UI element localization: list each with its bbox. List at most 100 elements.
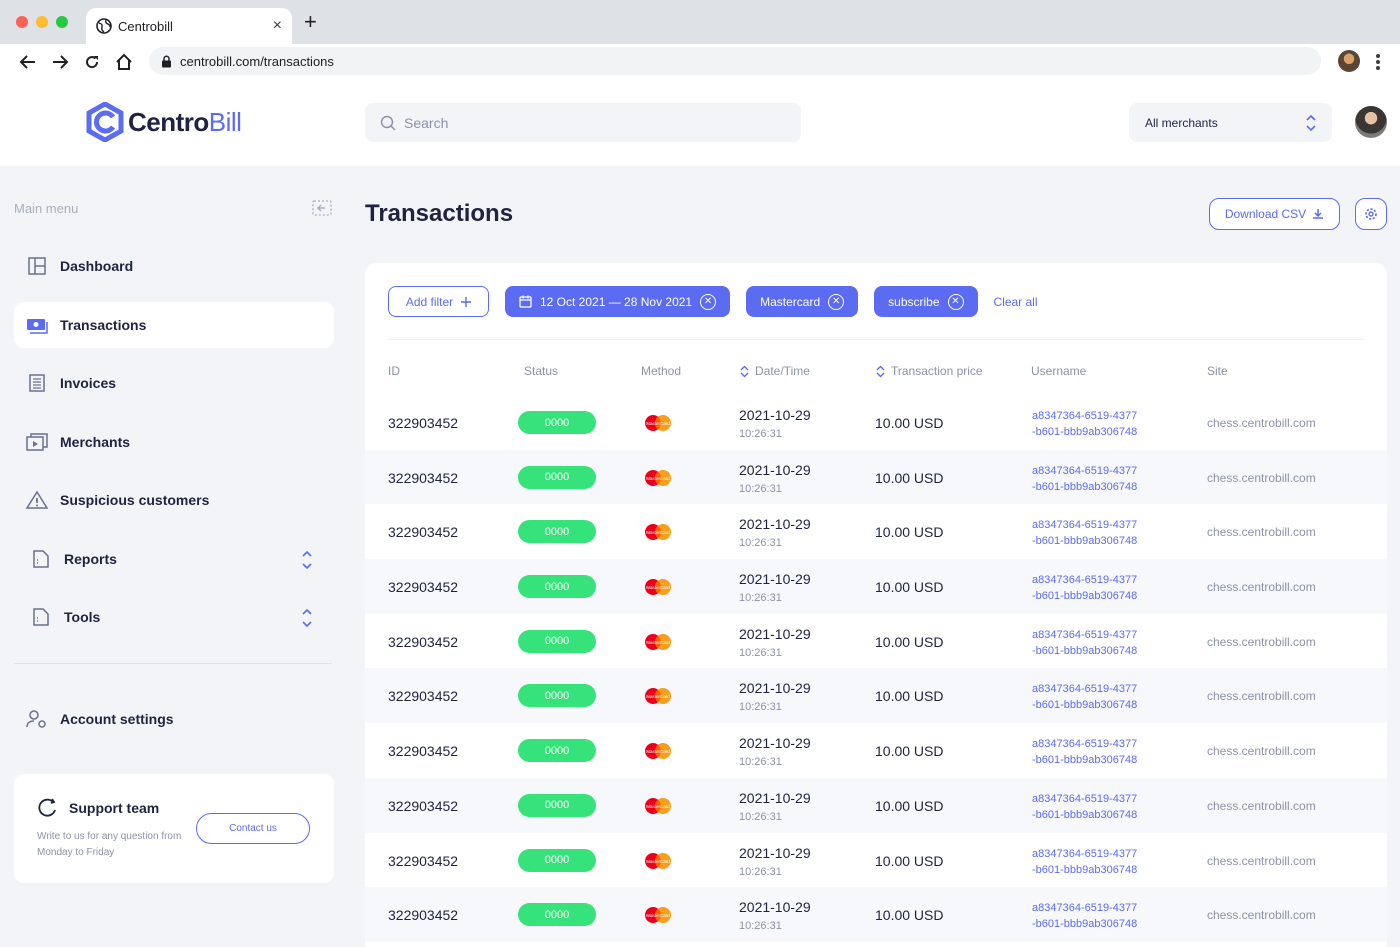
site-name: chess.centrobill.com (1207, 798, 1316, 813)
transaction-id[interactable]: 322903452 (388, 470, 458, 486)
transaction-time: 10:26:31 (739, 592, 782, 605)
chevron-updown-icon (1306, 114, 1316, 131)
centrobill-logo[interactable]: CentroBill (86, 102, 242, 142)
svg-text:MasterCard: MasterCard (646, 804, 670, 809)
svg-text:MasterCard: MasterCard (646, 421, 670, 426)
sidebar-item-suspicious-customers[interactable]: Suspicious customers (14, 477, 334, 523)
transaction-id[interactable]: 322903452 (388, 907, 458, 923)
username-link[interactable]: a8347364-6519-4377 -b601-bbb9ab306748 (1032, 627, 1162, 659)
table-row[interactable]: 322903452 0000 MasterCard 2021-10-29 10:26:3… (365, 777, 1387, 833)
username-link[interactable]: a8347364-6519-4377 -b601-bbb9ab306748 (1032, 572, 1162, 604)
username-link[interactable]: a8347364-6519-4377 -b601-bbb9ab306748 (1032, 681, 1162, 713)
username-link[interactable]: a8347364-6519-4377 -b601-bbb9ab306748 (1032, 846, 1162, 878)
sidebar-item-dashboard[interactable]: Dashboard (14, 243, 334, 289)
table-row[interactable]: 322903452 0000 MasterCard 2021-10-29 10:26:3… (365, 887, 1387, 942)
address-bar[interactable]: centrobill.com/transactions (149, 47, 1321, 75)
username-link[interactable]: a8347364-6519-4377 -b601-bbb9ab306748 (1032, 791, 1162, 823)
transaction-price: 10.00 USD (875, 688, 944, 705)
column-header-datetime[interactable]: Date/Time (740, 364, 810, 378)
minimize-window-button[interactable] (36, 16, 48, 28)
merchant-select[interactable]: All merchants (1129, 103, 1332, 142)
table-row[interactable]: 322903452 0000 MasterCard 2021-10-29 10:26:3… (365, 504, 1387, 559)
transaction-id[interactable]: 322903452 (388, 853, 458, 869)
transaction-id[interactable]: 322903452 (388, 579, 458, 595)
reload-icon[interactable] (82, 52, 102, 72)
sidebar-item-tools[interactable]: Tools (14, 594, 334, 640)
transaction-id[interactable]: 322903452 (388, 798, 458, 814)
calendar-icon (519, 295, 532, 308)
username-link[interactable]: a8347364-6519-4377 -b601-bbb9ab306748 (1032, 408, 1162, 440)
status-badge: 0000 (518, 629, 596, 653)
transaction-date: 2021-10-29 (739, 789, 811, 806)
clear-all-link[interactable]: Clear all (994, 295, 1038, 309)
chevron-updown-icon[interactable] (302, 608, 312, 628)
tab-title: Centrobill (118, 18, 173, 34)
browser-profile-avatar[interactable] (1338, 50, 1360, 72)
sidebar-item-reports[interactable]: Reports (14, 536, 334, 582)
settings-button[interactable] (1355, 198, 1387, 230)
dashboard-icon (26, 255, 48, 277)
tab-close-icon[interactable]: × (273, 17, 282, 35)
username-link[interactable]: a8347364-6519-4377 -b601-bbb9ab306748 (1032, 900, 1162, 932)
table-row[interactable]: 322903452 0000 MasterCard 2021-10-29 10:26:3… (365, 395, 1387, 450)
transaction-id[interactable]: 322903452 (388, 688, 458, 704)
table-row[interactable]: 322903452 0000 MasterCard 2021-10-29 10:26:3… (365, 833, 1387, 888)
remove-filter-icon[interactable]: ✕ (700, 293, 717, 310)
transaction-time: 10:26:31 (739, 701, 782, 714)
site-name: chess.centrobill.com (1207, 744, 1316, 759)
status-badge: 0000 (518, 848, 596, 872)
table-row[interactable]: 322903452 0000 MasterCard 2021-10-29 10:26:3… (365, 559, 1387, 614)
transaction-date: 2021-10-29 (739, 844, 811, 861)
table-row[interactable]: 322903452 0000 MasterCard 2021-10-29 10:26:3… (365, 614, 1387, 669)
search-box[interactable] (365, 103, 801, 142)
close-window-button[interactable] (16, 16, 28, 28)
tools-icon (30, 606, 52, 628)
column-header-price[interactable]: Transaction price (876, 364, 983, 378)
transaction-id[interactable]: 322903452 (388, 415, 458, 431)
chevron-updown-icon[interactable] (302, 550, 312, 570)
filter-chip-date[interactable]: 12 Oct 2021 — 28 Nov 2021 ✕ (505, 286, 731, 317)
transaction-id[interactable]: 322903452 (388, 743, 458, 759)
username-link[interactable]: a8347364-6519-4377 -b601-bbb9ab306748 (1032, 517, 1162, 549)
transaction-id[interactable]: 322903452 (388, 524, 458, 540)
table-row[interactable]: 322903452 0000 MasterCard 2021-10-29 10:26:3… (365, 668, 1387, 724)
sidebar-item-merchants[interactable]: Merchants (14, 419, 334, 465)
browser-menu-icon[interactable] (1374, 52, 1382, 72)
forward-arrow-icon[interactable] (50, 52, 70, 72)
logo-icon (86, 102, 124, 142)
sidebar-title: Main menu (14, 201, 79, 216)
filters-bar: Add filter 12 Oct 2021 — 28 Nov 2021 ✕ M… (388, 286, 1038, 317)
transaction-id[interactable]: 322903452 (388, 634, 458, 650)
remove-filter-icon[interactable]: ✕ (947, 293, 964, 310)
add-filter-button[interactable]: Add filter (388, 286, 489, 317)
filter-chip-type[interactable]: subscribe ✕ (874, 286, 978, 317)
collapse-sidebar-icon[interactable] (312, 200, 332, 216)
status-badge: 0000 (518, 411, 596, 434)
maximize-window-button[interactable] (56, 16, 68, 28)
search-input[interactable] (404, 114, 784, 131)
username-link[interactable]: a8347364-6519-4377 -b601-bbb9ab306748 (1032, 463, 1162, 495)
back-arrow-icon[interactable] (18, 52, 38, 72)
globe-icon (96, 18, 112, 34)
sidebar-item-invoices[interactable]: Invoices (14, 360, 334, 406)
filter-chip-method[interactable]: Mastercard ✕ (746, 286, 859, 317)
download-csv-button[interactable]: Download CSV (1209, 198, 1340, 230)
site-name: chess.centrobill.com (1207, 580, 1316, 595)
username-link[interactable]: a8347364-6519-4377 -b601-bbb9ab306748 (1032, 736, 1162, 768)
browser-tab[interactable]: Centrobill × (86, 8, 292, 44)
filter-chip-label: subscribe (888, 294, 940, 309)
sidebar-item-transactions[interactable]: Transactions (14, 302, 334, 348)
home-icon[interactable] (114, 52, 134, 72)
transaction-price: 10.00 USD (875, 524, 944, 541)
user-avatar[interactable] (1355, 106, 1387, 138)
table-row[interactable]: 322903452 0000 MasterCard 2021-10-29 10:26:3… (365, 449, 1387, 505)
status-badge: 0000 (518, 793, 596, 817)
sidebar-item-account-settings[interactable]: Account settings (14, 696, 334, 742)
new-tab-button[interactable]: + (304, 11, 317, 33)
table-row[interactable]: 322903452 0000 MasterCard 2021-10-29 10:26:3… (365, 723, 1387, 778)
contact-us-button[interactable]: Contact us (196, 813, 310, 844)
column-header-site: Site (1207, 364, 1228, 378)
site-name: chess.centrobill.com (1207, 634, 1316, 649)
remove-filter-icon[interactable]: ✕ (828, 293, 845, 310)
status-badge: 0000 (518, 575, 596, 599)
